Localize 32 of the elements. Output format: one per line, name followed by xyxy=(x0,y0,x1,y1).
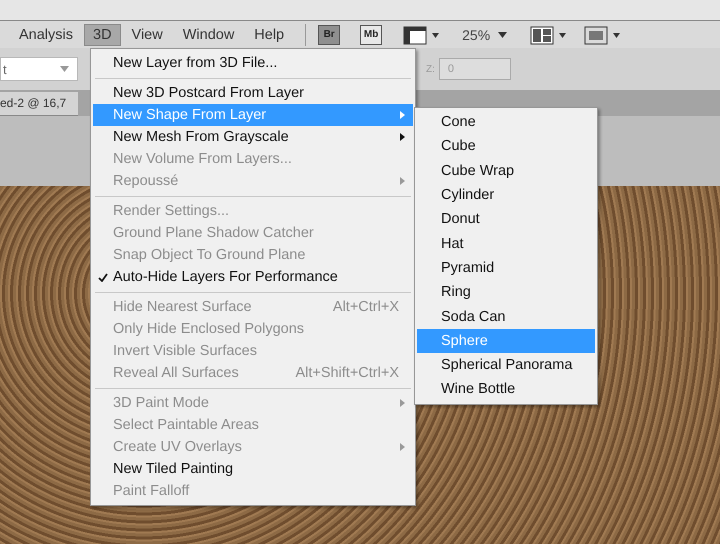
z-label: Z: xyxy=(426,64,435,74)
frame-dropdown-icon[interactable] xyxy=(402,24,440,46)
submenu-item[interactable]: Cube xyxy=(417,134,595,159)
options-dropdown[interactable]: t xyxy=(0,57,78,81)
submenu-item[interactable]: Donut xyxy=(417,207,595,232)
submenu-item[interactable]: Soda Can xyxy=(417,304,595,329)
submenu-item[interactable]: Spherical Panorama xyxy=(417,352,595,378)
submenu-item[interactable]: Cone xyxy=(417,110,595,134)
mini-bridge-button[interactable]: Mb xyxy=(360,24,382,44)
layout-dropdown-icon[interactable] xyxy=(529,24,568,46)
menu-bar-item[interactable]: View xyxy=(122,24,172,46)
document-tab[interactable]: ed-2 @ 16,7 xyxy=(0,92,78,116)
submenu-item[interactable]: Ring xyxy=(417,280,595,304)
menu-item[interactable]: New Mesh From Grayscale xyxy=(93,126,413,148)
menu-item[interactable]: New Layer from 3D File... xyxy=(93,52,413,74)
zoom-dropdown[interactable]: 25% xyxy=(456,26,514,44)
menu-item[interactable]: Auto-Hide Layers For Performance xyxy=(93,266,413,288)
caret-icon xyxy=(60,66,69,72)
menu-bar-item[interactable]: Window xyxy=(174,24,244,46)
menu-item[interactable]: New 3D Postcard From Layer xyxy=(93,82,413,104)
submenu-item[interactable]: Wine Bottle xyxy=(417,377,595,402)
submenu-item[interactable]: Pyramid xyxy=(417,256,595,280)
submenu-item[interactable]: Cylinder xyxy=(417,182,595,208)
submenu-item[interactable]: Hat xyxy=(417,231,595,256)
caret-icon xyxy=(498,32,508,38)
menu-bar-item[interactable]: 3D xyxy=(84,24,121,46)
screen-mode-dropdown-icon[interactable] xyxy=(583,24,622,46)
submenu-item[interactable]: Cube Wrap xyxy=(417,158,595,183)
menu-item[interactable]: New Tiled Painting xyxy=(93,458,413,480)
menu-bar-item[interactable]: Help xyxy=(245,24,294,46)
menu-bar-item[interactable]: Analysis xyxy=(10,24,82,46)
bridge-button[interactable]: Br xyxy=(318,24,340,44)
